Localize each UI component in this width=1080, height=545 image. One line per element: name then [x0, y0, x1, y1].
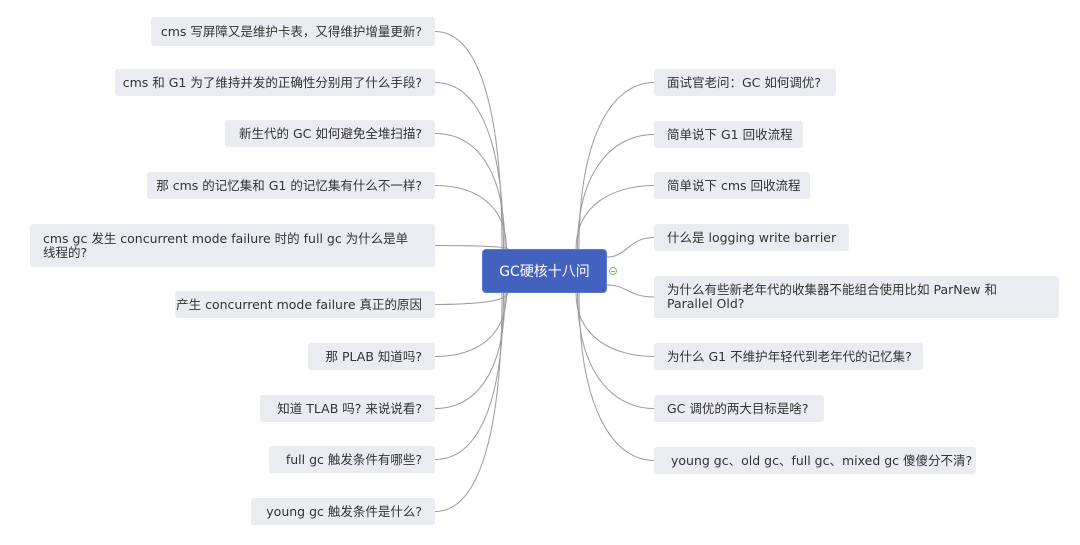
topic-left-7[interactable]: 那 PLAB 知道吗? — [308, 343, 435, 370]
topic-label: cms 写屏障又是维护卡表，又得维护增量更新? — [160, 23, 422, 39]
topic-label: 简单说下 cms 回收流程 — [667, 177, 801, 193]
connector-right-5 — [606, 284, 655, 298]
topic-right-2[interactable]: 简单说下 G1 回收流程 — [654, 121, 803, 148]
connector-right-8 — [578, 292, 655, 461]
topic-left-5[interactable]: cms gc 发生 concurrent mode failure 时的 ful… — [30, 224, 435, 267]
topic-label: GC 调优的两大目标是啥? — [667, 400, 809, 416]
root-label: GC硬核十八问 — [499, 264, 590, 280]
root-topic[interactable]: GC硬核十八问 — [482, 249, 607, 293]
topic-right-3[interactable]: 简单说下 cms 回收流程 — [654, 172, 810, 199]
connector-left-6 — [434, 292, 509, 305]
topic-label: 那 cms 的记忆集和 G1 的记忆集有什么不一样? — [156, 177, 422, 193]
connector-right-6 — [575, 292, 655, 357]
topic-label: 新生代的 GC 如何避免全堆扫描? — [239, 125, 422, 141]
topic-label: full gc 触发条件有哪些? — [285, 451, 422, 467]
topic-right-4[interactable]: 什么是 logging write barrier — [654, 224, 849, 251]
topic-label: cms gc 发生 concurrent mode failure 时的 ful… — [43, 230, 409, 260]
topic-left-3[interactable]: 新生代的 GC 如何避免全堆扫描? — [225, 120, 435, 147]
minus-circle-icon[interactable] — [609, 267, 617, 275]
topic-right-6[interactable]: 为什么 G1 不维护年轻代到老年代的记忆集? — [654, 343, 923, 370]
topic-right-8[interactable]: young gc、old gc、full gc、mixed gc 傻傻分不清? — [654, 447, 976, 474]
connector-left-10 — [434, 292, 503, 512]
topic-label: 产生 concurrent mode failure 真正的原因 — [176, 296, 422, 312]
connector-right-7 — [577, 292, 655, 409]
topic-label: 简单说下 G1 回收流程 — [667, 126, 793, 142]
connector-left-1 — [434, 31, 503, 250]
topic-left-4[interactable]: 那 cms 的记忆集和 G1 的记忆集有什么不一样? — [147, 172, 435, 199]
connector-right-1 — [578, 82, 655, 250]
topic-left-10[interactable]: young gc 触发条件是什么? — [251, 498, 435, 525]
topic-label: young gc 触发条件是什么? — [266, 503, 422, 519]
topic-right-7[interactable]: GC 调优的两大目标是啥? — [654, 395, 824, 422]
topic-left-9[interactable]: full gc 触发条件有哪些? — [269, 446, 435, 473]
connector-left-2 — [434, 82, 504, 250]
topic-right-5[interactable]: 为什么有些新老年代的收集器不能组合使用比如 ParNew 和 Parallel … — [654, 276, 1059, 318]
topic-left-2[interactable]: cms 和 G1 为了维持并发的正确性分别用了什么手段? — [115, 69, 435, 96]
topic-label: 知道 TLAB 吗? 来说说看? — [277, 400, 422, 416]
connector-left-7 — [434, 292, 507, 357]
topic-label: cms 和 G1 为了维持并发的正确性分别用了什么手段? — [122, 74, 422, 90]
topic-label: 那 PLAB 知道吗? — [325, 348, 423, 364]
connector-left-4 — [434, 185, 507, 250]
topic-label: 为什么有些新老年代的收集器不能组合使用比如 ParNew 和 Parallel … — [667, 282, 997, 311]
topic-left-1[interactable]: cms 写屏障又是维护卡表，又得维护增量更新? — [151, 17, 435, 46]
topic-label: 为什么 G1 不维护年轻代到老年代的记忆集? — [667, 348, 912, 364]
topic-label: 什么是 logging write barrier — [667, 229, 837, 245]
topic-left-8[interactable]: 知道 TLAB 吗? 来说说看? — [260, 395, 435, 422]
topic-label: 面试官老问：GC 如何调优? — [667, 74, 822, 90]
connector-left-9 — [434, 292, 504, 460]
connector-right-4 — [606, 237, 655, 258]
topic-label: young gc、old gc、full gc、mixed gc 傻傻分不清? — [671, 452, 973, 468]
topic-right-1[interactable]: 面试官老问：GC 如何调优? — [654, 69, 836, 96]
topic-left-6[interactable]: 产生 concurrent mode failure 真正的原因 — [175, 291, 435, 318]
